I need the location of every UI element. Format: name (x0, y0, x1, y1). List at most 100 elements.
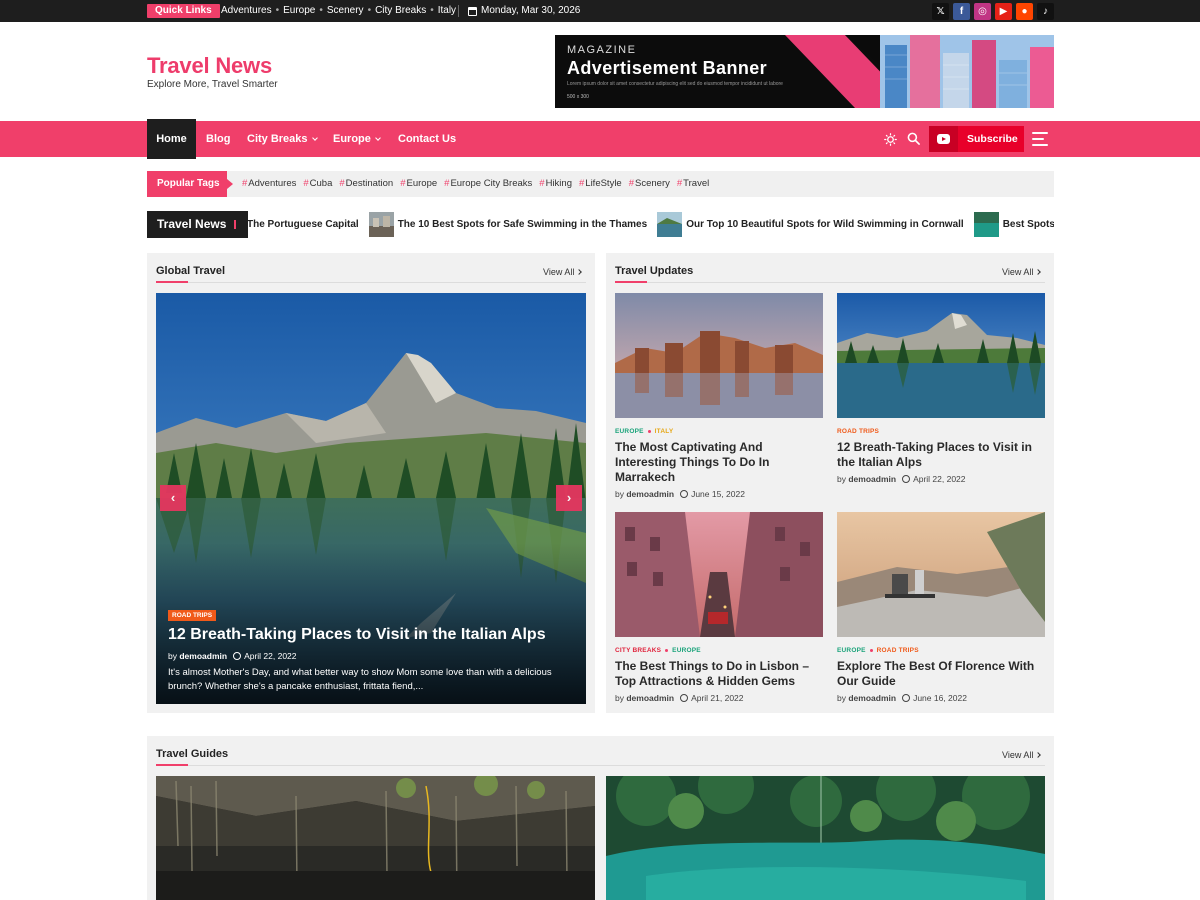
nav-city-breaks[interactable]: City Breaks (247, 121, 318, 157)
quick-link-city-breaks[interactable]: City Breaks (375, 5, 426, 17)
tiktok-icon[interactable]: ♪ (1037, 3, 1054, 20)
theme-toggle-sun-icon[interactable] (884, 133, 897, 146)
view-all-link[interactable]: View All (1002, 750, 1042, 760)
tag-item[interactable]: #Travel (677, 171, 709, 197)
nav-europe[interactable]: Europe (333, 121, 381, 157)
category-link[interactable]: EUROPE (837, 647, 866, 654)
quick-link-scenery[interactable]: Scenery (327, 5, 364, 17)
quick-link-italy[interactable]: Italy (438, 5, 456, 17)
hero-excerpt: It's almost Mother's Day, and what bette… (168, 667, 552, 692)
nav-blog[interactable]: Blog (206, 121, 230, 157)
tag-item[interactable]: #Europe (400, 171, 437, 197)
ticker-item[interactable]: Our Top 10 Beautiful Spots for Wild Swim… (657, 212, 964, 237)
nav-contact-us[interactable]: Contact Us (398, 121, 456, 157)
quick-link-adventures[interactable]: Adventures (221, 5, 272, 17)
chevron-right-icon (1035, 269, 1042, 275)
post-categories: ROAD TRIPS (837, 428, 1045, 435)
subscribe-button[interactable]: Subscribe (929, 126, 1024, 152)
post-card[interactable]: EUROPE ROAD TRIPS Explore The Best Of Fl… (837, 512, 1045, 703)
hamburger-menu-icon[interactable] (1032, 132, 1048, 146)
facebook-icon[interactable]: f (953, 3, 970, 20)
category-badge[interactable]: ROAD TRIPS (168, 610, 217, 621)
post-card[interactable]: CITY BREAKS EUROPE The Best Things to Do… (615, 512, 823, 703)
post-title[interactable]: The Most Captivating And Interesting Thi… (615, 440, 823, 485)
advertisement-banner[interactable]: MAGAZINE Advertisement Banner Lorem ipsu… (555, 35, 1054, 108)
category-link[interactable]: ROAD TRIPS (877, 647, 919, 654)
post-title[interactable]: 12 Breath-Taking Places to Visit in the … (837, 440, 1045, 470)
youtube-icon[interactable]: ▶ (995, 3, 1012, 20)
author-link[interactable]: demoadmin (626, 693, 674, 703)
top-bar: Quick Links Adventures • Europe • Scenery •… (0, 0, 1200, 22)
chevron-right-icon (1035, 752, 1042, 758)
ticker-thumbnail (368, 212, 394, 237)
nav-home[interactable]: Home (147, 119, 196, 159)
chevron-right-icon (576, 269, 583, 275)
category-link[interactable]: ROAD TRIPS (837, 428, 879, 435)
hero-title[interactable]: 12 Breath-Taking Places to Visit in the … (168, 626, 546, 644)
quick-links-badge: Quick Links (147, 4, 220, 18)
tag-item[interactable]: #Europe City Breaks (444, 171, 532, 197)
chevron-down-icon (311, 135, 318, 141)
post-thumbnail[interactable] (837, 293, 1045, 418)
ticker-item[interactable]: The 10 Best Spots for Safe Swimming in t… (368, 212, 647, 237)
view-all-link[interactable]: View All (1002, 267, 1042, 277)
tag-item[interactable]: #Hiking (539, 171, 572, 197)
author-link[interactable]: demoadmin (848, 474, 896, 484)
tag-item[interactable]: #Scenery (629, 171, 670, 197)
tag-item[interactable]: #Adventures (242, 171, 296, 197)
ticker-thumbnail (973, 212, 999, 237)
post-thumbnail[interactable] (615, 512, 823, 637)
hero-slide[interactable]: ‹ › ROAD TRIPS 12 Breath-Taking Places t… (156, 293, 586, 704)
news-ticker: Travel News The Portuguese Capital The 1… (147, 211, 1054, 238)
youtube-icon (929, 126, 958, 152)
clock-icon (680, 490, 689, 498)
category-link[interactable]: EUROPE (672, 647, 701, 654)
guide-thumbnail[interactable] (156, 776, 595, 900)
clock-icon (902, 475, 911, 483)
ad-city-image (785, 35, 1054, 108)
clock-icon (680, 694, 689, 702)
global-travel-section: Global Travel View All ‹ › ROAD TRIPS 12… (147, 253, 595, 713)
travel-guides-section: Travel Guides View All (147, 736, 1054, 900)
post-categories: EUROPE ROAD TRIPS (837, 647, 1045, 654)
post-meta: by demoadmin June 15, 2022 (615, 489, 745, 499)
popular-tags-label: Popular Tags (147, 171, 233, 197)
slider-next-button[interactable]: › (556, 485, 582, 511)
section-title: Global Travel (156, 265, 226, 277)
tag-item[interactable]: #LifeStyle (579, 171, 622, 197)
reddit-icon[interactable]: ● (1016, 3, 1033, 20)
ticker-item[interactable]: Best Spots for an (973, 212, 1054, 237)
author-link[interactable]: demoadmin (848, 693, 896, 703)
author-link[interactable]: demoadmin (626, 489, 674, 499)
post-meta: by demoadmin April 22, 2022 (168, 651, 297, 661)
ticker-item[interactable]: The Portuguese Capital (247, 219, 359, 230)
slider-prev-button[interactable]: ‹ (160, 485, 186, 511)
guide-thumbnail[interactable] (606, 776, 1045, 900)
post-title[interactable]: The Best Things to Do in Lisbon – Top At… (615, 659, 823, 689)
tag-list: #Adventures #Cuba #Destination #Europe #… (242, 171, 709, 197)
post-thumbnail[interactable] (837, 512, 1045, 637)
post-meta: by demoadmin April 22, 2022 (837, 474, 966, 484)
ticker-items: The Portuguese Capital The 10 Best Spots… (247, 211, 1054, 238)
post-title[interactable]: Explore The Best Of Florence With Our Gu… (837, 659, 1045, 689)
instagram-icon[interactable]: ◎ (974, 3, 991, 20)
tag-item[interactable]: #Cuba (303, 171, 332, 197)
category-link[interactable]: EUROPE (615, 428, 644, 435)
x-icon[interactable]: 𝕏 (932, 3, 949, 20)
tag-item[interactable]: #Destination (339, 171, 393, 197)
category-link[interactable]: CITY BREAKS (615, 647, 661, 654)
site-title[interactable]: Travel News (147, 53, 272, 79)
post-date: April 22, 2022 (244, 651, 297, 661)
clock-icon (902, 694, 911, 702)
author-link[interactable]: demoadmin (179, 651, 227, 661)
post-thumbnail[interactable] (615, 293, 823, 418)
main-navigation: Home Blog City Breaks Europe Contact Us … (0, 119, 1200, 159)
search-icon[interactable] (907, 132, 920, 145)
quick-link-europe[interactable]: Europe (283, 5, 315, 17)
post-card[interactable]: ROAD TRIPS 12 Breath-Taking Places to Vi… (837, 293, 1045, 484)
post-card[interactable]: EUROPE ITALY The Most Captivating And In… (615, 293, 823, 499)
view-all-link[interactable]: View All (543, 267, 583, 277)
category-link[interactable]: ITALY (655, 428, 674, 435)
post-date: April 22, 2022 (913, 474, 966, 484)
clock-icon (233, 652, 242, 660)
